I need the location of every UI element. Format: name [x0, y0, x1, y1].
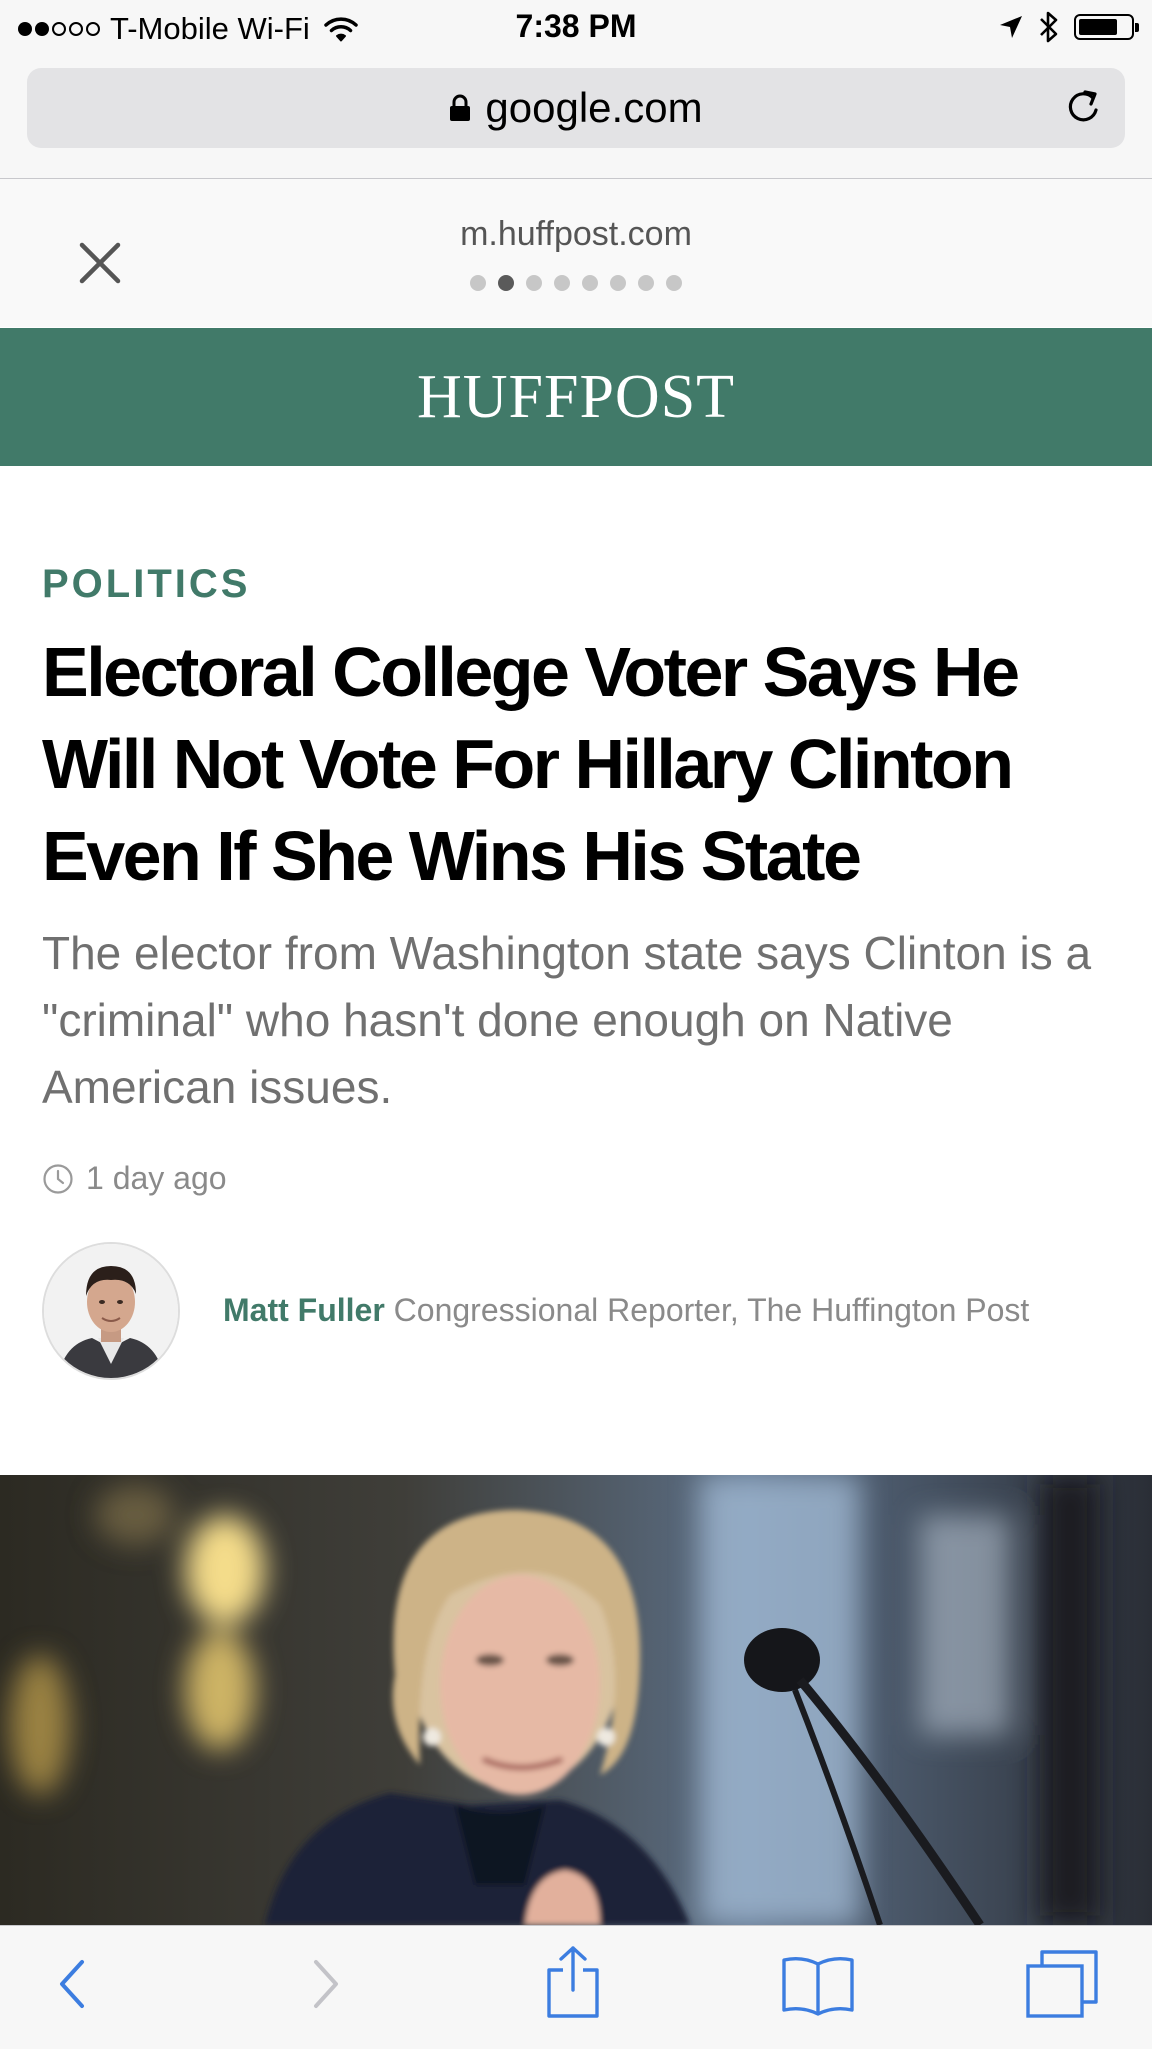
clock-icon — [43, 1163, 73, 1194]
hero-photo — [0, 1475, 1152, 1925]
share-icon[interactable] — [541, 1944, 605, 2020]
amp-page-dot[interactable] — [498, 275, 514, 291]
amp-source-domain: m.huffpost.com — [460, 215, 692, 253]
reload-icon[interactable] — [1063, 88, 1103, 128]
article-hero-image — [0, 1475, 1152, 1925]
amp-page-dot[interactable] — [470, 275, 486, 291]
author-byline: Matt Fuller Congressional Reporter, The … — [223, 1292, 1029, 1329]
back-icon[interactable] — [52, 1954, 92, 2014]
article-dek: The elector from Washington state says C… — [42, 927, 1092, 1113]
timestamp-text: 1 day ago — [86, 1160, 227, 1196]
url-text: google.com — [485, 84, 703, 131]
location-icon — [1000, 16, 1022, 38]
battery-cap — [1135, 23, 1139, 32]
author-avatar[interactable] — [42, 1242, 180, 1380]
battery-icon — [1074, 14, 1139, 40]
browser-toolbar — [0, 1925, 1152, 2049]
status-time: 7:38 PM — [515, 8, 637, 44]
author-name[interactable]: Matt Fuller — [223, 1292, 385, 1328]
amp-page-dot[interactable] — [582, 275, 598, 291]
browser-address-area: google.com — [0, 58, 1152, 179]
status-right — [998, 10, 1139, 44]
article-timestamp: 1 day ago — [42, 1160, 227, 1197]
tabs-icon[interactable] — [1024, 1948, 1100, 2020]
bluetooth-icon — [1040, 11, 1058, 43]
amp-viewer-header: m.huffpost.com — [0, 179, 1152, 327]
amp-page-dot[interactable] — [666, 275, 682, 291]
forward-icon[interactable] — [306, 1954, 346, 2014]
amp-page-dot[interactable] — [526, 275, 542, 291]
address-bar[interactable]: google.com — [27, 68, 1125, 148]
status-bar: T-Mobile Wi-Fi 7:38 PM — [0, 0, 1152, 58]
author-photo — [44, 1244, 178, 1378]
section-label[interactable]: POLITICS — [42, 562, 250, 607]
bookmarks-icon[interactable] — [780, 1952, 856, 2016]
article-headline: Electoral College Voter Says He Will Not… — [42, 633, 1020, 895]
amp-page-indicator[interactable] — [0, 275, 1152, 291]
author-title: Congressional Reporter, The Huffington P… — [393, 1292, 1030, 1328]
site-logo[interactable]: HUFFPOST — [417, 362, 735, 433]
amp-page-dot[interactable] — [610, 275, 626, 291]
amp-page-dot[interactable] — [554, 275, 570, 291]
lock-icon — [450, 94, 471, 121]
battery-level — [1079, 19, 1117, 35]
amp-page-dot[interactable] — [638, 275, 654, 291]
address-content: google.com — [27, 68, 1125, 148]
site-header: HUFFPOST — [0, 328, 1152, 466]
